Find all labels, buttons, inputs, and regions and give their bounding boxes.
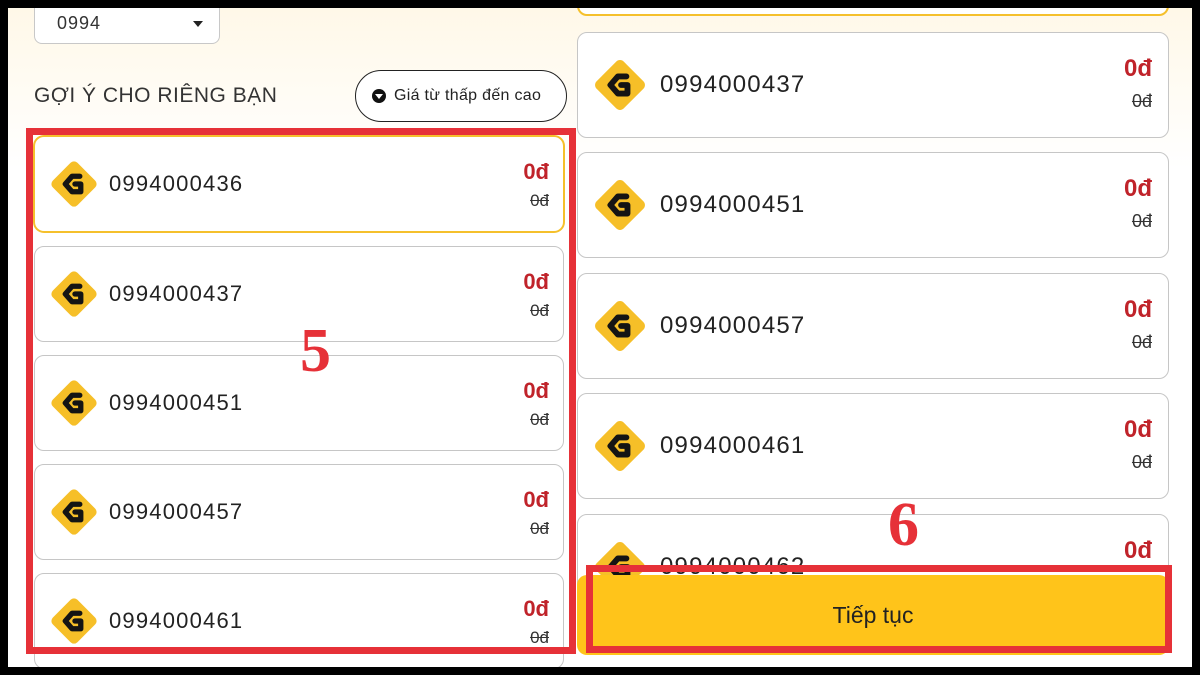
old-price: 0đ [1131, 91, 1152, 111]
sort-button-label: Giá từ thấp đến cao [394, 87, 542, 104]
price: 0đ [1123, 175, 1152, 202]
phone-number: 0994000461 [109, 608, 244, 633]
old-price: 0đ [530, 301, 549, 320]
old-price: 0đ [530, 628, 549, 647]
brand-logo-icon [595, 180, 645, 230]
app-frame: 0994 GỢI Ý CHO RIÊNG BẠN Giá từ thấp đến… [8, 8, 1192, 667]
caret-down-icon [193, 21, 203, 27]
brand-logo-icon [51, 489, 97, 535]
prefix-select[interactable]: 0994 [34, 8, 220, 44]
number-card-right-4[interactable]: 0994000461 0đ 0đ [577, 393, 1169, 499]
phone-number: 0994000457 [660, 312, 806, 339]
number-card-left-1[interactable]: 0994000436 0đ 0đ [34, 136, 564, 232]
sort-button[interactable]: Giá từ thấp đến cao [355, 70, 567, 122]
brand-logo-icon [595, 421, 645, 471]
price: 0đ [523, 378, 549, 403]
number-card-left-5[interactable]: 0994000461 0đ 0đ [34, 573, 564, 667]
phone-number: 0994000437 [660, 71, 806, 98]
number-card-right-3[interactable]: 0994000457 0đ 0đ [577, 273, 1169, 379]
number-card-right-1[interactable]: 0994000437 0đ 0đ [577, 32, 1169, 138]
brand-logo-icon [51, 598, 97, 644]
phone-number: 0994000457 [109, 499, 244, 524]
number-card-left-3[interactable]: 0994000451 0đ 0đ [34, 355, 564, 451]
price: 0đ [523, 487, 549, 512]
phone-number: 0994000451 [660, 191, 806, 218]
phone-number: 0994000437 [109, 281, 244, 306]
brand-logo-icon [595, 301, 645, 351]
price: 0đ [523, 596, 549, 621]
old-price: 0đ [530, 191, 549, 210]
phone-number: 0994000436 [109, 171, 244, 196]
phone-number: 0994000461 [660, 432, 806, 459]
phone-number: 0994000451 [109, 390, 244, 415]
section-title: GỢI Ý CHO RIÊNG BẠN [34, 84, 278, 107]
chevron-down-circle-icon [372, 89, 386, 103]
price: 0đ [523, 159, 549, 184]
old-price: 0đ [530, 410, 549, 429]
prefix-select-value: 0994 [57, 13, 102, 33]
number-card-right-2[interactable]: 0994000451 0đ 0đ [577, 152, 1169, 258]
annotation-number-6: 6 [888, 491, 919, 559]
price: 0đ [1123, 416, 1152, 443]
number-card-left-2[interactable]: 0994000437 0đ 0đ [34, 246, 564, 342]
price: 0đ [1123, 55, 1152, 82]
price: 0đ [1123, 537, 1152, 564]
old-price: 0đ [1131, 452, 1152, 472]
brand-logo-icon [51, 380, 97, 426]
continue-button[interactable]: Tiếp tục [577, 575, 1169, 655]
old-price: 0đ [1131, 332, 1152, 352]
annotation-number-5: 5 [300, 317, 331, 385]
brand-logo-icon [51, 271, 97, 317]
brand-logo-icon [51, 161, 97, 207]
price: 0đ [1123, 296, 1152, 323]
price: 0đ [523, 269, 549, 294]
old-price: 0đ [1131, 211, 1152, 231]
brand-logo-icon [595, 60, 645, 110]
number-card-right-previous[interactable] [577, 8, 1169, 16]
old-price: 0đ [530, 519, 549, 538]
number-card-left-4[interactable]: 0994000457 0đ 0đ [34, 464, 564, 560]
